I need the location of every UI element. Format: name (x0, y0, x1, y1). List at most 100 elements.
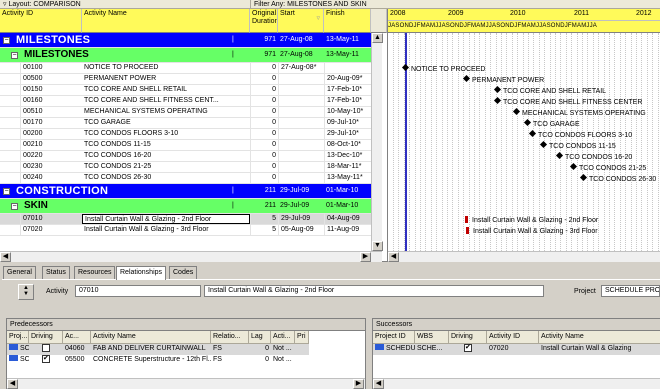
pred-project-cell[interactable]: SCI (7, 344, 29, 354)
cell-name[interactable]: TCO GARAGE (82, 118, 250, 128)
cell-id[interactable]: 00240 (20, 173, 82, 183)
succ-horizontal-scrollbar[interactable]: ◀ (373, 378, 660, 389)
cell-dur[interactable]: 971 (250, 33, 278, 47)
pred-scroll-left-button[interactable]: ◀ (7, 379, 18, 389)
cell-name[interactable]: NOTICE TO PROCEED (82, 63, 250, 73)
successor-row[interactable]: SCHEDULESCHE... 07020Install Curtain Wall… (373, 344, 660, 355)
activity-row[interactable]: 00160 TCO CORE AND SHELL FITNESS CENT... 0… (0, 96, 382, 107)
cell-dur[interactable]: 0 (250, 162, 278, 172)
succ-driving-checkbox[interactable] (449, 344, 487, 354)
collapse-toggle-icon[interactable]: − (3, 188, 10, 195)
layout-label[interactable]: ▿ Layout: COMPARISON (0, 0, 250, 9)
tab-resources[interactable]: Resources (74, 266, 116, 279)
activity-row[interactable]: 00170 TCO GARAGE 0 09-Jul-10* (0, 118, 382, 129)
pred-col-header[interactable]: Acti... (271, 331, 295, 344)
pred-cell-id[interactable]: 04060 (63, 344, 91, 354)
col-activity-name[interactable]: Activity Name (82, 9, 250, 33)
cell-finish[interactable]: 08-Oct-10* (324, 140, 371, 150)
cell-start[interactable] (278, 74, 324, 84)
gantt-bar[interactable]: Install Curtain Wall & Glazing - 2nd Flo… (465, 216, 598, 224)
cell-start[interactable]: 29-Jul-09 (278, 184, 324, 198)
activity-row[interactable]: 00200 TCO CONDOS FLOORS 3-10 0 29-Jul-10* (0, 129, 382, 140)
cell-name[interactable]: MILESTONES (22, 48, 258, 62)
pred-cell-lag[interactable]: 0 (249, 344, 271, 354)
pred-col-header[interactable]: Ac... (63, 331, 91, 344)
cell-name[interactable]: TCO CONDOS 21-25 (82, 162, 250, 172)
cell-name[interactable]: TCO CONDOS FLOORS 3-10 (82, 129, 250, 139)
tab-relationships[interactable]: Relationships (116, 266, 167, 280)
cell-id[interactable]: 00200 (20, 129, 82, 139)
cell-id[interactable]: 00170 (20, 118, 82, 128)
pred-cell-rel[interactable]: FS (211, 355, 249, 365)
cell-finish[interactable]: 01-Mar-10 (324, 184, 371, 198)
activity-navigator[interactable]: ▲ ▼ (18, 284, 34, 300)
cell-start[interactable] (278, 140, 324, 150)
cell-finish[interactable]: 17-Feb-10* (324, 85, 371, 95)
cell-dur[interactable]: 0 (250, 96, 278, 106)
cell-finish[interactable]: 09-Jul-10* (324, 118, 371, 128)
gantt-milestone[interactable]: TCO CONDOS 21-25 (569, 162, 646, 172)
cell-dur[interactable]: 211 (250, 199, 278, 213)
cell-id[interactable]: 00510 (20, 107, 82, 117)
cell-name[interactable]: CONSTRUCTION (14, 184, 250, 198)
pred-project-cell[interactable]: SCI (7, 355, 29, 365)
pred-col-header[interactable]: Relatio... (211, 331, 249, 344)
pred-cell-rel[interactable]: FS (211, 344, 249, 354)
wbs-group-row[interactable]: − MILESTONES 971 27-Aug-08 13-May-11 | (0, 48, 382, 63)
wbs-group-row[interactable]: − CONSTRUCTION 211 29-Jul-09 01-Mar-10 | (0, 184, 382, 199)
cell-dur[interactable]: 0 (250, 129, 278, 139)
cell-start[interactable]: 29-Jul-09 (278, 199, 324, 213)
cell-start[interactable] (278, 129, 324, 139)
cell-start[interactable]: 27-Aug-08 (278, 33, 324, 47)
cell-finish[interactable]: 01-Mar-10 (324, 199, 371, 213)
cell-start[interactable]: 29-Jul-09 (278, 214, 324, 224)
table-vertical-scrollbar[interactable]: ▲ ▼ (371, 33, 383, 251)
cell-start[interactable] (278, 151, 324, 161)
cell-name[interactable]: TCO CONDOS 16-20 (82, 151, 250, 161)
table-horizontal-scrollbar[interactable]: ◀ ▶ (0, 251, 382, 262)
predecessor-row[interactable]: SCI 04060FAB AND DELIVER CURTAINWALLFS0No… (7, 344, 309, 355)
scroll-left-button[interactable]: ◀ (0, 252, 11, 262)
activity-row[interactable]: 07020 Install Curtain Wall & Glazing - 3r… (0, 225, 382, 236)
succ-cell-wbs[interactable]: SCHE... (415, 344, 449, 354)
cell-name[interactable]: TCO CORE AND SHELL FITNESS CENT... (82, 96, 250, 106)
gantt-milestone[interactable]: NOTICE TO PROCEED (401, 63, 485, 73)
tab-general[interactable]: General (3, 266, 36, 279)
gantt-milestone[interactable]: TCO CORE AND SHELL RETAIL (493, 85, 606, 95)
cell-start[interactable] (278, 85, 324, 95)
activity-bar[interactable] (465, 216, 468, 223)
cell-id[interactable]: 00100 (20, 63, 82, 73)
pred-cell-id[interactable]: 05500 (63, 355, 91, 365)
cell-start[interactable] (278, 118, 324, 128)
gantt-horizontal-scrollbar[interactable]: ◀ (388, 251, 660, 262)
cell-name[interactable]: MECHANICAL SYSTEMS OPERATING (82, 107, 250, 117)
cell-dur[interactable]: 0 (250, 151, 278, 161)
pred-col-header[interactable]: Proj... (7, 331, 29, 344)
activity-row[interactable]: 00500 PERMANENT POWER 0 20-Aug-09* (0, 74, 382, 85)
cell-dur[interactable]: 211 (250, 184, 278, 198)
cell-id[interactable]: 07010 (20, 214, 82, 224)
col-finish[interactable]: Finish (324, 9, 371, 33)
gantt-milestone[interactable]: TCO CONDOS FLOORS 3-10 (528, 129, 632, 139)
col-start[interactable]: Start ▿ (278, 9, 324, 33)
gantt-milestone[interactable]: TCO GARAGE (523, 118, 580, 128)
pred-col-header[interactable]: Driving (29, 331, 63, 344)
cell-dur[interactable]: 5 (250, 214, 278, 224)
cell-name[interactable]: TCO CONDOS 26-30 (82, 173, 250, 183)
succ-col-header[interactable]: Driving (449, 331, 487, 344)
pred-col-header[interactable]: Pri (295, 331, 309, 344)
gantt-scroll-left-button[interactable]: ◀ (388, 252, 399, 262)
cell-name[interactable]: TCO CORE AND SHELL RETAIL (82, 85, 250, 95)
checkbox-icon[interactable] (42, 355, 50, 364)
cell-finish[interactable]: 13-May-11 (324, 33, 371, 47)
collapse-toggle-icon[interactable]: − (11, 203, 18, 210)
wbs-group-row[interactable]: − MILESTONES 971 27-Aug-08 13-May-11 | (0, 33, 382, 48)
pred-cell-lag[interactable]: 0 (249, 355, 271, 365)
tab-status[interactable]: Status (42, 266, 70, 279)
checkbox-icon[interactable] (42, 344, 50, 352)
activity-row[interactable]: 00210 TCO CONDOS 11-15 0 08-Oct-10* (0, 140, 382, 151)
activity-row[interactable]: 00240 TCO CONDOS 26-30 0 13-May-11* (0, 173, 382, 184)
pred-cell-acti[interactable]: Not ... (271, 344, 295, 354)
cell-name[interactable]: PERMANENT POWER (82, 74, 250, 84)
cell-start[interactable] (278, 173, 324, 183)
